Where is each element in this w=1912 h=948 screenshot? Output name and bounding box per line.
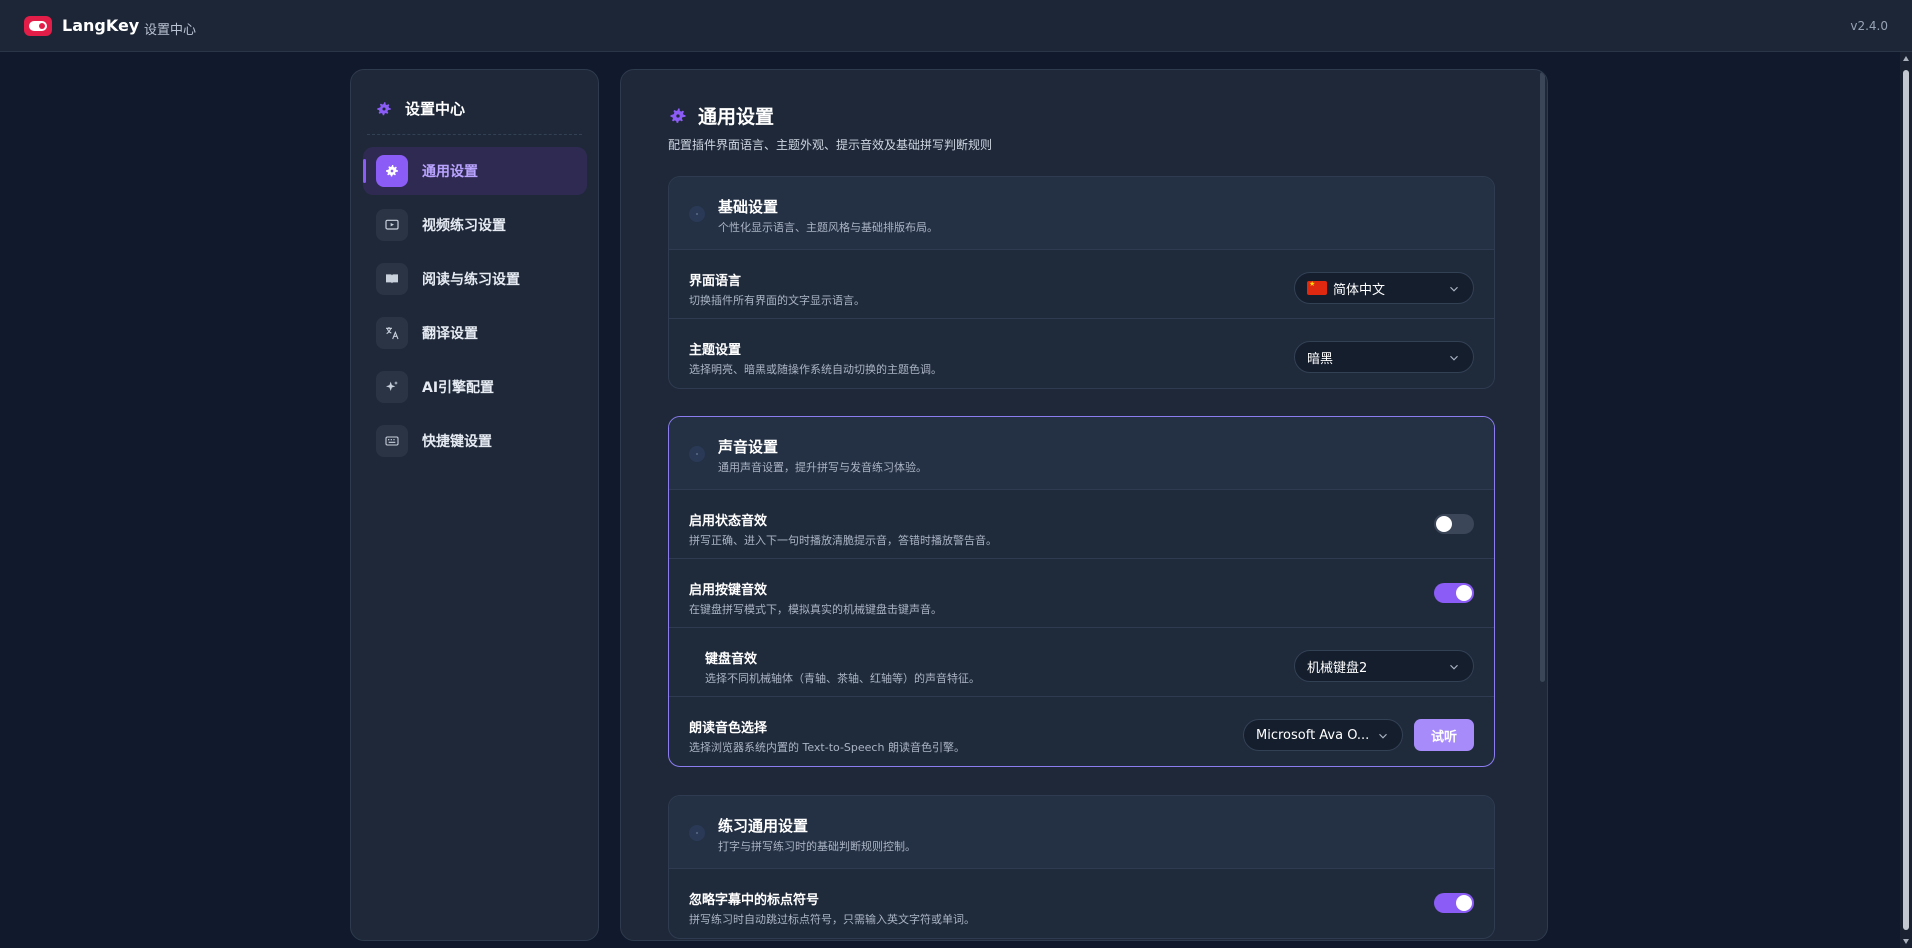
sidebar-item-label: 快捷键设置 [422,434,492,450]
langkey-logo-icon [24,16,52,36]
setting-row-key-sound: 启用按键音效 在键盘拼写模式下，模拟真实的机械键盘击键声音。 [669,559,1494,628]
version-label: v2.4.0 [1850,19,1888,33]
ignore-punctuation-toggle[interactable] [1434,893,1474,913]
section-dot-icon [689,206,705,222]
keyboard-sound-select[interactable]: 机械键盘2 [1294,650,1474,682]
sidebar-item-video-practice[interactable]: 视频练习设置 [363,201,587,249]
practice-settings-card: 练习通用设置 打字与拼写练习时的基础判断规则控制。 忽略字幕中的标点符号 拼写练… [668,795,1495,939]
gear-icon [376,155,408,187]
card-title: 声音设置 [718,438,779,456]
page-header: 通用设置 [668,102,774,129]
row-title: 界面语言 [689,274,742,289]
setting-row-ignore-punctuation: 忽略字幕中的标点符号 拼写练习时自动跳过标点符号，只需输入英文字符或单词。 [669,869,1494,938]
scrollbar-thumb[interactable] [1903,70,1909,930]
sidebar-item-label: 翻译设置 [422,326,478,342]
gear-sparkle-icon [377,101,391,115]
app-subtitle: 设置中心 [144,23,197,38]
sidebar-divider [367,134,582,135]
page-subtitle: 配置插件界面语言、主题外观、提示音效及基础拼写判断规则 [668,138,993,152]
sidebar-item-shortcuts[interactable]: 快捷键设置 [363,417,587,465]
panel-scrollbar[interactable] [1540,72,1545,682]
row-title: 启用按键音效 [689,583,768,598]
page-title: 通用设置 [698,106,775,128]
basic-settings-card: 基础设置 个性化显示语言、主题风格与基础排版布局。 界面语言 切换插件所有界面的… [668,176,1495,389]
scroll-down-arrow-icon[interactable] [1903,939,1909,944]
setting-row-theme: 主题设置 选择明亮、暗黑或随操作系统自动切换的主题色调。 暗黑 [669,319,1494,388]
chevron-down-icon [1450,286,1458,292]
select-value: 机械键盘2 [1307,660,1368,676]
sidebar-item-reading-practice[interactable]: 阅读与练习设置 [363,255,587,303]
sidebar-item-label: AI引擎配置 [422,380,495,396]
sidebar-item-translation[interactable]: 翻译设置 [363,309,587,357]
section-dot-icon [689,825,705,841]
select-value: 暗黑 [1307,351,1334,367]
chevron-down-icon [1379,733,1387,739]
card-description: 通用声音设置，提升拼写与发音练习体验。 [718,461,927,474]
play-screen-icon [376,209,408,241]
sidebar-item-label: 阅读与练习设置 [422,272,520,288]
card-header: 声音设置 通用声音设置，提升拼写与发音练习体验。 [669,417,1494,490]
row-description: 选择明亮、暗黑或随操作系统自动切换的主题色调。 [689,363,942,376]
sidebar-item-label: 通用设置 [422,164,478,180]
gear-icon [670,108,686,123]
row-title: 键盘音效 [705,652,758,667]
row-description: 选择不同机械轴体（青轴、茶轴、红轴等）的声音特征。 [705,672,980,685]
key-sound-toggle[interactable] [1434,583,1474,603]
voice-select[interactable]: Microsoft Ava O... [1243,719,1403,751]
chevron-down-icon [1450,355,1458,361]
card-title: 基础设置 [718,198,779,216]
card-title: 练习通用设置 [718,817,809,835]
row-description: 选择浏览器系统内置的 Text-to-Speech 朗读音色引擎。 [689,741,965,754]
card-description: 个性化显示语言、主题风格与基础排版布局。 [718,221,938,234]
status-sound-toggle[interactable] [1434,514,1474,534]
chevron-down-icon [1450,664,1458,670]
window-scrollbar[interactable] [1900,52,1912,948]
select-value: 简体中文 [1333,282,1386,298]
listen-button[interactable]: 试听 [1414,719,1474,751]
sound-settings-card: 声音设置 通用声音设置，提升拼写与发音练习体验。 启用状态音效 拼写正确、进入下… [668,416,1495,767]
top-bar: LangKey 设置中心 v2.4.0 [0,0,1912,52]
sidebar-item-ai-engine[interactable]: AI引擎配置 [363,363,587,411]
setting-row-voice: 朗读音色选择 选择浏览器系统内置的 Text-to-Speech 朗读音色引擎。… [669,697,1494,766]
row-description: 在键盘拼写模式下，模拟真实的机械键盘击键声音。 [689,603,942,616]
setting-row-keyboard-sound: 键盘音效 选择不同机械轴体（青轴、茶轴、红轴等）的声音特征。 机械键盘2 [669,628,1494,697]
keyboard-icon [376,425,408,457]
book-icon [376,263,408,295]
row-description: 拼写正确、进入下一句时播放清脆提示音，答错时播放警告音。 [689,534,997,547]
row-title: 朗读音色选择 [689,721,768,736]
app-name: LangKey [62,16,140,35]
sidebar-item-general[interactable]: 通用设置 [363,147,587,195]
card-description: 打字与拼写练习时的基础判断规则控制。 [718,840,916,853]
row-description: 拼写练习时自动跳过标点符号，只需输入英文字符或单词。 [689,913,975,926]
card-header: 练习通用设置 打字与拼写练习时的基础判断规则控制。 [669,796,1494,869]
settings-sidebar: 设置中心 通用设置 视频练习设置 阅读与练习设置 翻译设置 AI引擎配置 快捷键… [350,69,599,941]
setting-row-language: 界面语言 切换插件所有界面的文字显示语言。 简体中文 [669,250,1494,319]
section-dot-icon [689,446,705,462]
row-title: 主题设置 [689,343,742,358]
sidebar-item-label: 视频练习设置 [422,218,506,234]
main-panel: 通用设置 配置插件界面语言、主题外观、提示音效及基础拼写判断规则 基础设置 个性… [620,69,1548,941]
language-select[interactable]: 简体中文 [1294,272,1474,304]
row-description: 切换插件所有界面的文字显示语言。 [689,294,865,307]
card-header: 基础设置 个性化显示语言、主题风格与基础排版布局。 [669,177,1494,250]
select-value: Microsoft Ava O... [1256,727,1370,743]
sparkle-icon [376,371,408,403]
setting-row-status-sound: 启用状态音效 拼写正确、进入下一句时播放清脆提示音，答错时播放警告音。 [669,490,1494,559]
china-flag-icon [1307,280,1327,295]
row-title: 忽略字幕中的标点符号 [689,893,820,908]
translate-icon [376,317,408,349]
sidebar-title: 设置中心 [405,100,466,118]
theme-select[interactable]: 暗黑 [1294,341,1474,373]
sidebar-header: 设置中心 [375,98,465,119]
row-title: 启用状态音效 [689,514,768,529]
scroll-up-arrow-icon[interactable] [1903,56,1909,61]
